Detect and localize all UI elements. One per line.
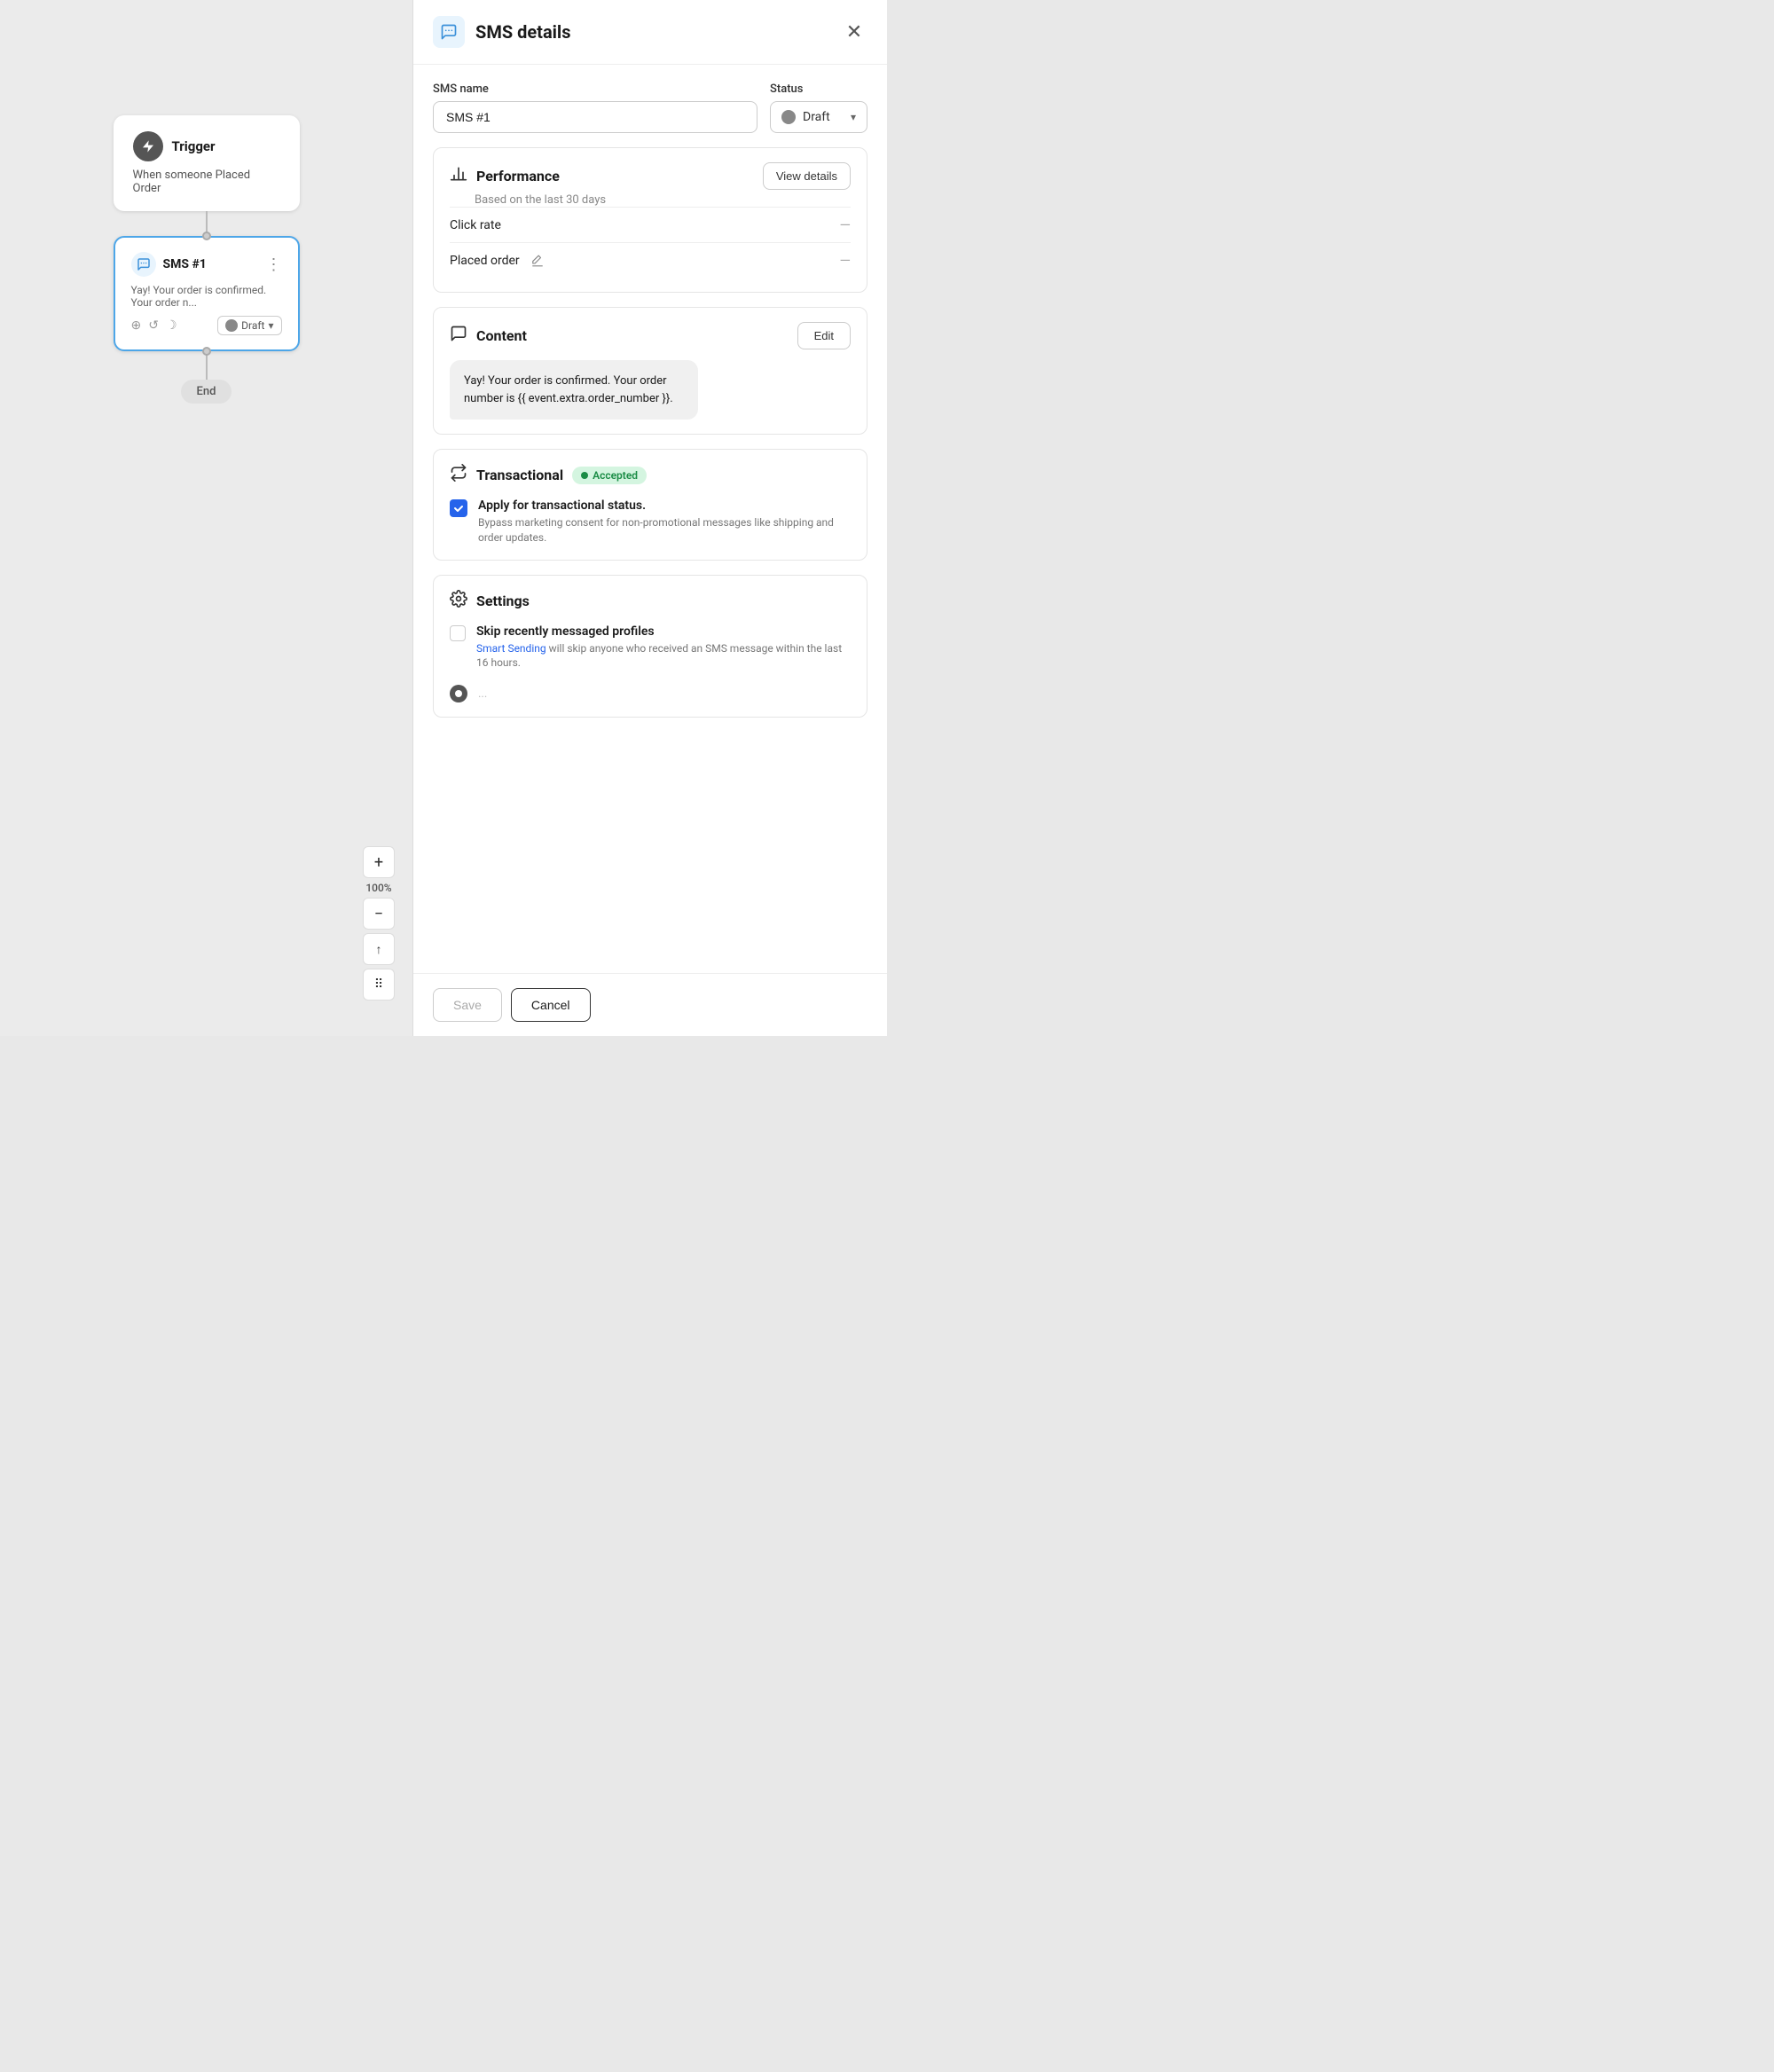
zoom-in-button[interactable]: + xyxy=(363,846,395,878)
content-header: Content Edit xyxy=(450,322,851,349)
performance-card: Performance View details Based on the la… xyxy=(433,147,867,293)
cancel-button[interactable]: Cancel xyxy=(511,988,591,1022)
settings-card: Settings Skip recently messaged profiles… xyxy=(433,575,867,718)
sms-node[interactable]: SMS #1 ⋮ Yay! Your order is confirmed. Y… xyxy=(114,236,300,351)
skip-main: Skip recently messaged profiles xyxy=(476,624,851,639)
view-details-button[interactable]: View details xyxy=(763,162,851,190)
accepted-badge: Accepted xyxy=(572,467,647,484)
content-icon xyxy=(450,325,467,347)
sms-node-status-dropdown[interactable]: Draft ▾ xyxy=(217,316,281,335)
node-icon-3: ☽ xyxy=(166,318,177,333)
zoom-level: 100% xyxy=(365,882,391,894)
transactional-icon xyxy=(450,464,467,486)
sms-node-name: SMS #1 xyxy=(163,257,207,271)
transactional-checkbox-row: Apply for transactional status. Bypass m… xyxy=(450,498,851,545)
connector-bottom xyxy=(206,351,208,380)
sms-name-status-row: SMS name Status Draft ▾ xyxy=(433,82,867,133)
skip-sub: Smart Sending will skip anyone who recei… xyxy=(476,641,851,671)
trigger-subtitle: When someone Placed Order xyxy=(133,169,280,195)
settings-header: Settings xyxy=(450,590,851,612)
trigger-title: Trigger xyxy=(172,138,216,154)
placed-order-row: Placed order — xyxy=(450,242,851,278)
node-icon-1: ⊕ xyxy=(131,318,142,333)
status-draft-circle xyxy=(781,110,796,124)
panel-header: SMS details ✕ xyxy=(413,0,887,65)
transactional-card: Transactional Accepted Apply for transac… xyxy=(433,449,867,561)
status-group: Status Draft ▾ xyxy=(770,82,867,133)
draft-status-icon xyxy=(225,319,238,332)
performance-title: Performance xyxy=(476,168,560,184)
panel-title: SMS details xyxy=(475,21,571,43)
canvas-area: Trigger When someone Placed Order SMS #1… xyxy=(0,0,412,1036)
transactional-checkbox-sub: Bypass marketing consent for non-promoti… xyxy=(478,515,851,545)
click-rate-label: Click rate xyxy=(450,218,501,232)
panel-sms-icon xyxy=(433,16,465,48)
settings-title: Settings xyxy=(476,593,530,609)
trigger-node: Trigger When someone Placed Order xyxy=(114,115,300,211)
sms-name-label: SMS name xyxy=(433,82,757,96)
transactional-checkbox-text: Apply for transactional status. Bypass m… xyxy=(478,498,851,545)
partial-row-text: ... xyxy=(478,687,487,701)
transactional-checkbox-main: Apply for transactional status. xyxy=(478,498,851,513)
settings-icon xyxy=(450,590,467,612)
end-node: End xyxy=(181,380,232,404)
status-value: Draft xyxy=(803,110,830,124)
accepted-label: Accepted xyxy=(593,469,638,482)
sms-node-icon xyxy=(131,252,156,277)
status-chevron-icon: ▾ xyxy=(851,111,856,123)
performance-icon xyxy=(450,165,467,187)
click-rate-row: Click rate — xyxy=(450,207,851,242)
message-preview: Yay! Your order is confirmed. Your order… xyxy=(450,360,698,420)
sms-node-more-button[interactable]: ⋮ xyxy=(266,255,282,274)
placed-order-value: — xyxy=(840,252,852,269)
status-dropdown[interactable]: Draft ▾ xyxy=(770,101,867,133)
transactional-checkbox[interactable] xyxy=(450,499,467,517)
panel-footer: Save Cancel xyxy=(413,973,887,1036)
skip-checkbox[interactable] xyxy=(450,625,466,641)
zoom-out-button[interactable]: − xyxy=(363,898,395,930)
trigger-icon xyxy=(133,131,163,161)
sms-node-action-icons: ⊕ ↺ ☽ xyxy=(131,318,177,333)
smart-sending-link[interactable]: Smart Sending xyxy=(476,642,546,655)
node-icon-2: ↺ xyxy=(148,318,159,333)
zoom-controls: + 100% − ↑ ⠿ xyxy=(363,846,395,1001)
chevron-down-icon: ▾ xyxy=(268,319,273,332)
partial-settings-row: ... xyxy=(450,676,851,702)
close-button[interactable]: ✕ xyxy=(841,19,867,45)
accepted-dot xyxy=(581,472,588,479)
sms-details-panel: SMS details ✕ SMS name Status Draft ▾ xyxy=(412,0,887,1036)
status-label: Status xyxy=(770,82,867,96)
sms-node-status-label: Draft xyxy=(241,319,264,332)
content-title: Content xyxy=(476,327,527,344)
transactional-title: Transactional xyxy=(476,467,563,483)
skip-checkbox-row: Skip recently messaged profiles Smart Se… xyxy=(450,624,851,671)
performance-header: Performance View details xyxy=(450,162,851,190)
partial-checkbox xyxy=(450,685,467,702)
performance-subtitle: Based on the last 30 days xyxy=(475,193,851,207)
sms-node-preview: Yay! Your order is confirmed. Your order… xyxy=(131,284,282,309)
panel-body: SMS name Status Draft ▾ xyxy=(413,65,887,973)
save-button[interactable]: Save xyxy=(433,988,502,1022)
sms-name-input[interactable] xyxy=(433,101,757,133)
zoom-fit-button[interactable]: ↑ xyxy=(363,933,395,965)
transactional-header: Transactional Accepted xyxy=(450,464,851,486)
connector-top xyxy=(206,211,208,236)
sms-name-group: SMS name xyxy=(433,82,757,133)
click-rate-value: — xyxy=(840,216,852,233)
skip-text-block: Skip recently messaged profiles Smart Se… xyxy=(476,624,851,671)
edit-button[interactable]: Edit xyxy=(797,322,851,349)
grid-toggle-button[interactable]: ⠿ xyxy=(363,969,395,1001)
content-card: Content Edit Yay! Your order is confirme… xyxy=(433,307,867,435)
placed-order-label: Placed order xyxy=(450,254,544,268)
